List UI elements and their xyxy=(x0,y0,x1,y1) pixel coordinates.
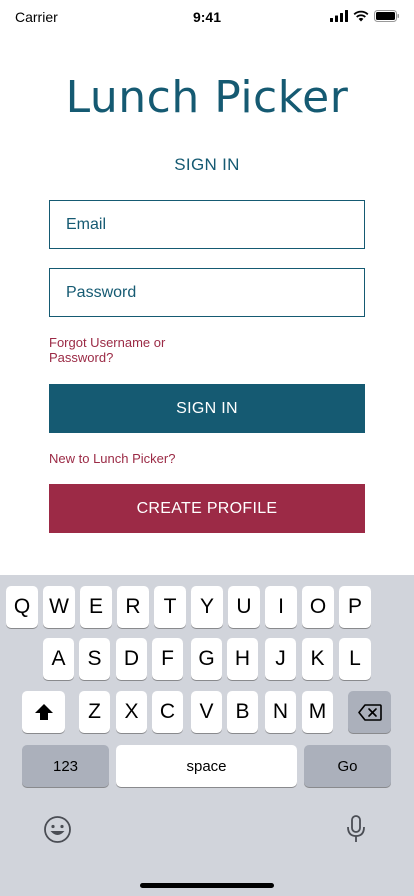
go-key[interactable]: Go xyxy=(304,745,391,787)
form-heading: SIGN IN xyxy=(174,155,240,174)
app-title: Lunch Picker xyxy=(65,72,349,123)
wifi-icon xyxy=(353,10,369,22)
create-profile-button[interactable]: CREATE PROFILE xyxy=(49,484,365,533)
key-w[interactable]: W xyxy=(43,586,75,628)
microphone-icon[interactable] xyxy=(346,815,366,844)
key-o[interactable]: O xyxy=(302,586,334,628)
battery-icon xyxy=(374,10,399,22)
key-q[interactable]: Q xyxy=(6,586,38,628)
home-indicator[interactable] xyxy=(140,883,274,888)
key-f[interactable]: F xyxy=(152,638,183,680)
key-e[interactable]: E xyxy=(80,586,112,628)
key-c[interactable]: C xyxy=(152,691,183,733)
key-h[interactable]: H xyxy=(227,638,258,680)
key-k[interactable]: K xyxy=(302,638,333,680)
email-input[interactable] xyxy=(66,201,364,248)
key-a[interactable]: A xyxy=(43,638,74,680)
new-user-prompt: New to Lunch Picker? xyxy=(49,451,176,466)
key-z[interactable]: Z xyxy=(79,691,110,733)
shift-icon xyxy=(34,704,53,720)
key-j[interactable]: J xyxy=(265,638,296,680)
status-bar: Carrier 9:41 xyxy=(0,0,414,34)
delete-key[interactable] xyxy=(348,691,391,733)
key-m[interactable]: M xyxy=(302,691,333,733)
sign-in-button[interactable]: SIGN IN xyxy=(49,384,365,433)
key-g[interactable]: G xyxy=(191,638,222,680)
key-p[interactable]: P xyxy=(339,586,371,628)
key-y[interactable]: Y xyxy=(191,586,223,628)
key-s[interactable]: S xyxy=(79,638,110,680)
space-key[interactable]: space xyxy=(116,745,297,787)
password-input[interactable] xyxy=(66,269,364,316)
signal-icon xyxy=(330,10,348,22)
keyboard: Q W E R T Y U I O P A S D F G H J K L Z … xyxy=(0,575,414,896)
key-u[interactable]: U xyxy=(228,586,260,628)
password-field[interactable] xyxy=(49,268,365,317)
key-t[interactable]: T xyxy=(154,586,186,628)
status-icons xyxy=(330,10,400,22)
key-n[interactable]: N xyxy=(265,691,296,733)
forgot-credentials-link[interactable]: Forgot Username or Password? xyxy=(49,335,189,365)
email-field[interactable] xyxy=(49,200,365,249)
numbers-key[interactable]: 123 xyxy=(22,745,109,787)
key-v[interactable]: V xyxy=(191,691,222,733)
key-b[interactable]: B xyxy=(227,691,258,733)
key-i[interactable]: I xyxy=(265,586,297,628)
shift-key[interactable] xyxy=(22,691,65,733)
emoji-icon[interactable] xyxy=(43,815,72,844)
key-l[interactable]: L xyxy=(339,638,371,680)
key-d[interactable]: D xyxy=(116,638,147,680)
key-x[interactable]: X xyxy=(116,691,147,733)
backspace-icon xyxy=(357,703,382,721)
key-r[interactable]: R xyxy=(117,586,149,628)
